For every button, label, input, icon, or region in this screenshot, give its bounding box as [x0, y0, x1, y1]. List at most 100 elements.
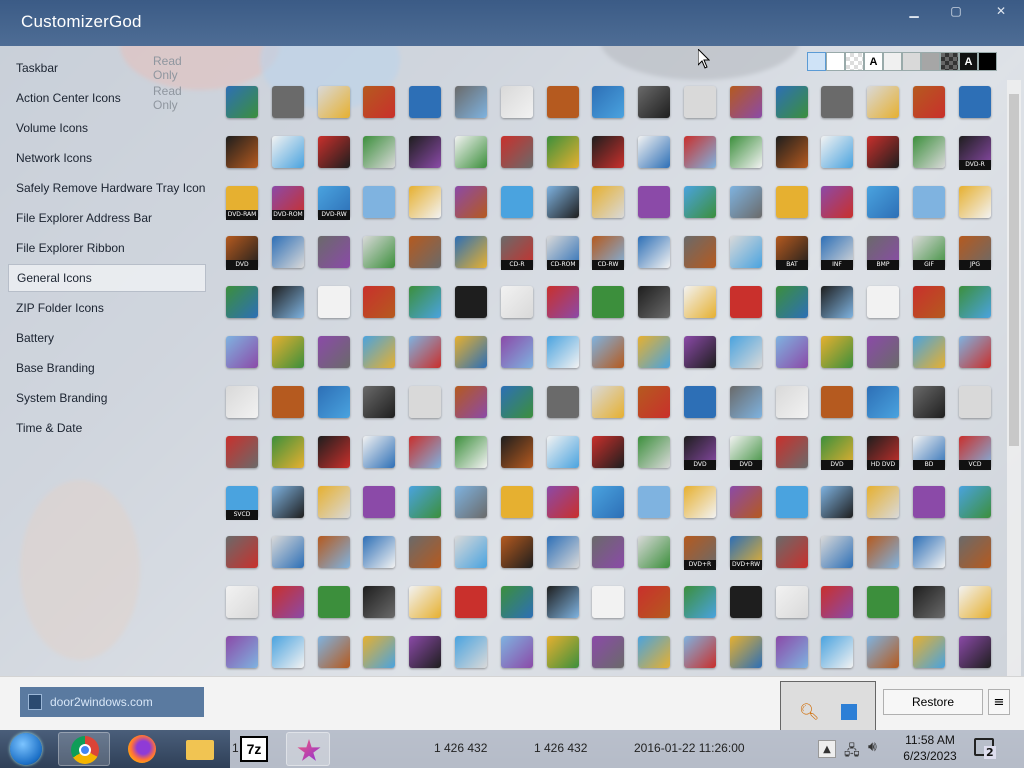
- general-icon-tile[interactable]: [501, 536, 533, 568]
- general-icon-tile[interactable]: [318, 286, 350, 318]
- general-icon-tile[interactable]: [272, 586, 304, 618]
- general-icon-tile[interactable]: [592, 486, 624, 518]
- general-icon-tile[interactable]: [730, 636, 762, 668]
- general-icon-tile[interactable]: [318, 586, 350, 618]
- general-icon-tile[interactable]: [821, 536, 853, 568]
- general-icon-tile[interactable]: [226, 536, 258, 568]
- close-button[interactable]: ✕: [990, 2, 1012, 20]
- general-icon-tile[interactable]: [959, 186, 991, 218]
- general-icon-tile[interactable]: HD DVD: [867, 436, 899, 470]
- general-icon-tile[interactable]: [730, 386, 762, 418]
- swatch[interactable]: A: [959, 52, 978, 71]
- general-icon-tile[interactable]: [959, 486, 991, 518]
- network-icon[interactable]: 🖧: [844, 740, 860, 764]
- general-icon-tile[interactable]: [913, 586, 945, 618]
- general-icon-tile[interactable]: DVD+RW: [730, 536, 762, 570]
- clock[interactable]: 11:58 AM 6/23/2023: [895, 732, 965, 766]
- general-icon-tile[interactable]: [867, 636, 899, 668]
- general-icon-tile[interactable]: [501, 386, 533, 418]
- taskbar-explorer-button[interactable]: [174, 732, 226, 766]
- general-icon-tile[interactable]: [684, 586, 716, 618]
- general-icon-tile[interactable]: [272, 486, 304, 518]
- general-icon-tile[interactable]: [409, 436, 441, 468]
- general-icon-tile[interactable]: GIF: [913, 236, 945, 270]
- general-icon-tile[interactable]: [501, 586, 533, 618]
- general-icon-tile[interactable]: [363, 586, 395, 618]
- general-icon-tile[interactable]: [776, 386, 808, 418]
- general-icon-tile[interactable]: [363, 286, 395, 318]
- sidebar-item-base-branding[interactable]: Base Branding: [8, 354, 206, 382]
- restore-button[interactable]: Restore: [883, 689, 983, 715]
- general-icon-tile[interactable]: [318, 136, 350, 168]
- sidebar-item-time-date[interactable]: Time & Date: [8, 414, 206, 442]
- show-hidden-icons-button[interactable]: ▲: [818, 740, 836, 758]
- general-icon-tile[interactable]: [409, 336, 441, 368]
- general-icon-tile[interactable]: [913, 286, 945, 318]
- general-icon-tile[interactable]: [547, 86, 579, 118]
- general-icon-tile[interactable]: [821, 636, 853, 668]
- general-icon-tile[interactable]: DVD: [730, 436, 762, 470]
- general-icon-tile[interactable]: [776, 336, 808, 368]
- swatch[interactable]: [978, 52, 997, 71]
- general-icon-tile[interactable]: [547, 486, 579, 518]
- general-icon-tile[interactable]: [272, 286, 304, 318]
- general-icon-tile[interactable]: [867, 186, 899, 218]
- general-icon-tile[interactable]: [867, 336, 899, 368]
- general-icon-tile[interactable]: [318, 236, 350, 268]
- general-icon-tile[interactable]: [501, 636, 533, 668]
- general-icon-tile[interactable]: [547, 536, 579, 568]
- general-icon-tile[interactable]: [776, 636, 808, 668]
- general-icon-tile[interactable]: [638, 386, 670, 418]
- general-icon-tile[interactable]: INF: [821, 236, 853, 270]
- general-icon-tile[interactable]: [592, 636, 624, 668]
- volume-icon[interactable]: 🔊︎: [868, 739, 877, 755]
- general-icon-tile[interactable]: [684, 636, 716, 668]
- notification-center-button[interactable]: 2: [972, 736, 998, 762]
- general-icon-tile[interactable]: [684, 236, 716, 268]
- general-icon-tile[interactable]: [867, 86, 899, 118]
- general-icon-tile[interactable]: [592, 86, 624, 118]
- general-icon-tile[interactable]: [638, 136, 670, 168]
- general-icon-tile[interactable]: [226, 586, 258, 618]
- general-icon-tile[interactable]: [455, 636, 487, 668]
- general-icon-tile[interactable]: [455, 286, 487, 318]
- general-icon-tile[interactable]: [547, 186, 579, 218]
- general-icon-tile[interactable]: DVD-RW: [318, 186, 350, 220]
- general-icon-tile[interactable]: [318, 536, 350, 568]
- general-icon-tile[interactable]: [959, 636, 991, 668]
- general-icon-tile[interactable]: [318, 436, 350, 468]
- general-icon-tile[interactable]: [638, 86, 670, 118]
- general-icon-tile[interactable]: [363, 136, 395, 168]
- general-icon-tile[interactable]: [501, 286, 533, 318]
- general-icon-tile[interactable]: [363, 636, 395, 668]
- general-icon-tile[interactable]: [409, 486, 441, 518]
- general-icon-tile[interactable]: [776, 136, 808, 168]
- general-icon-tile[interactable]: CD-ROM: [547, 236, 579, 270]
- general-icon-tile[interactable]: [638, 286, 670, 318]
- general-icon-tile[interactable]: [409, 186, 441, 218]
- general-icon-tile[interactable]: [776, 186, 808, 218]
- general-icon-tile[interactable]: [913, 136, 945, 168]
- general-icon-tile[interactable]: [730, 486, 762, 518]
- general-icon-tile[interactable]: [592, 536, 624, 568]
- general-icon-tile[interactable]: [592, 386, 624, 418]
- general-icon-tile[interactable]: [547, 286, 579, 318]
- general-icon-tile[interactable]: [501, 336, 533, 368]
- general-icon-tile[interactable]: [363, 486, 395, 518]
- general-icon-tile[interactable]: [455, 186, 487, 218]
- sidebar-item-action-center-icons[interactable]: Action Center Icons Read Only: [8, 84, 206, 112]
- general-icon-tile[interactable]: [776, 486, 808, 518]
- general-icon-tile[interactable]: DVD: [821, 436, 853, 470]
- general-icon-tile[interactable]: BMP: [867, 236, 899, 270]
- general-icon-tile[interactable]: [959, 386, 991, 418]
- general-icon-tile[interactable]: [455, 236, 487, 268]
- general-icon-tile[interactable]: [318, 486, 350, 518]
- general-icon-tile[interactable]: [547, 336, 579, 368]
- general-icon-tile[interactable]: SVCD: [226, 486, 258, 520]
- general-icon-tile[interactable]: [821, 386, 853, 418]
- general-icon-tile[interactable]: [638, 186, 670, 218]
- general-icon-tile[interactable]: [272, 636, 304, 668]
- sidebar-item-battery[interactable]: Battery: [8, 324, 206, 352]
- general-icon-tile[interactable]: [409, 136, 441, 168]
- icon-grid-scrollbar[interactable]: [1007, 80, 1021, 676]
